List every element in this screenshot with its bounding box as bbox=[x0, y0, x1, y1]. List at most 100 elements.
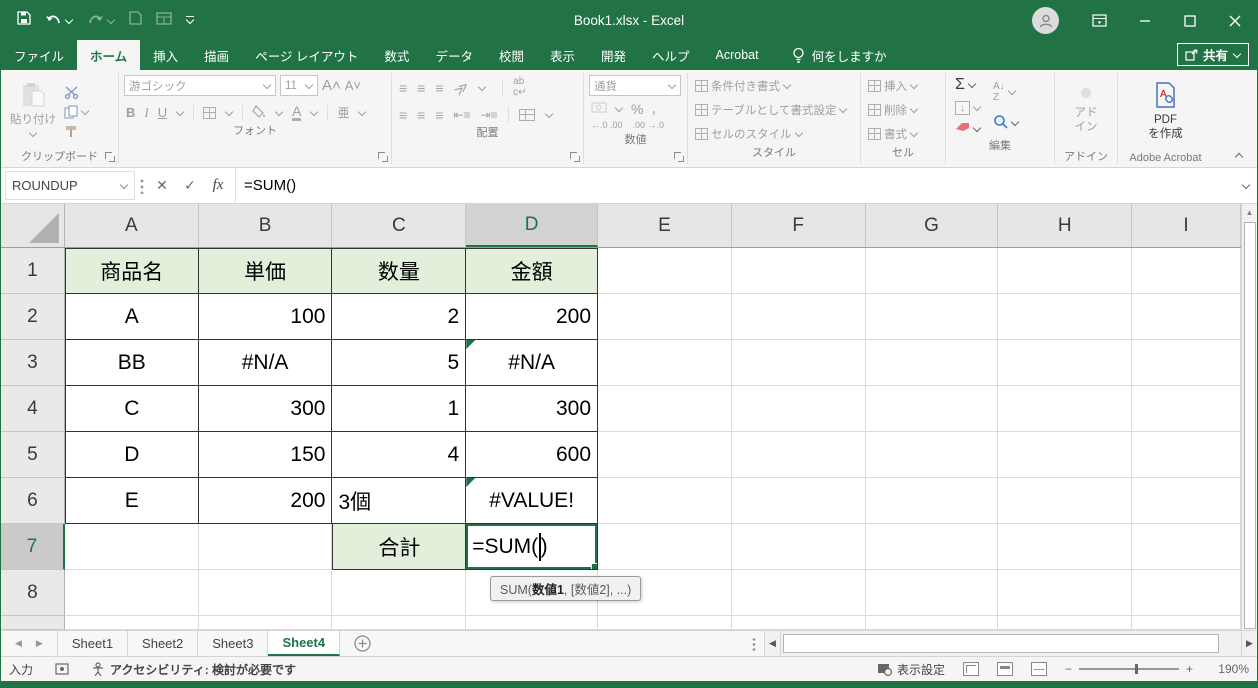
sheet-nav-next-icon[interactable]: ▶ bbox=[36, 638, 43, 649]
number-format-select[interactable]: 通貨 bbox=[589, 75, 681, 96]
merge-dropdown-icon[interactable] bbox=[545, 111, 553, 119]
scroll-up-icon[interactable]: ▲ bbox=[1242, 204, 1257, 221]
percent-style-button[interactable]: % bbox=[631, 102, 643, 116]
cell-B4[interactable]: 300 bbox=[199, 386, 333, 432]
underline-dropdown-icon[interactable] bbox=[176, 109, 184, 117]
column-header-B[interactable]: B bbox=[199, 204, 333, 247]
phonetic-dropdown-icon[interactable] bbox=[358, 109, 366, 117]
increase-decimal-button[interactable]: ←.0 .00 bbox=[591, 121, 623, 130]
cell-I2[interactable] bbox=[1132, 294, 1241, 340]
select-all-corner[interactable] bbox=[1, 204, 65, 247]
form-icon[interactable] bbox=[156, 12, 172, 30]
cell-I7[interactable] bbox=[1132, 524, 1241, 570]
bold-button[interactable]: B bbox=[126, 106, 135, 119]
row-header-1[interactable]: 1 bbox=[1, 248, 65, 294]
zoom-slider[interactable]: − + bbox=[1065, 662, 1193, 676]
cell-D7[interactable]: =SUM() bbox=[466, 524, 598, 570]
cell-D2[interactable]: 200 bbox=[466, 294, 598, 340]
align-top-icon[interactable]: ≡ bbox=[399, 81, 407, 95]
font-color-dropdown-icon[interactable] bbox=[310, 109, 318, 117]
accounting-dropdown-icon[interactable] bbox=[615, 105, 623, 113]
scroll-right-icon[interactable]: ▶ bbox=[1241, 631, 1257, 656]
vertical-scroll-thumb[interactable] bbox=[1244, 222, 1256, 629]
cell-H3[interactable] bbox=[998, 340, 1132, 386]
cell-F2[interactable] bbox=[732, 294, 866, 340]
font-size-dropdown-icon[interactable] bbox=[305, 82, 313, 90]
orientation-dropdown-icon[interactable] bbox=[478, 84, 486, 92]
cell-I3[interactable] bbox=[1132, 340, 1241, 386]
cell-C6[interactable]: 3個 bbox=[332, 478, 466, 524]
align-middle-icon[interactable]: ≡ bbox=[417, 81, 425, 95]
sheet-tab-sheet3[interactable]: Sheet3 bbox=[198, 631, 268, 656]
cell-D4[interactable]: 300 bbox=[466, 386, 598, 432]
sheet-tab-sheet4[interactable]: Sheet4 bbox=[268, 631, 340, 656]
ribbon-tab-1[interactable]: ホーム bbox=[77, 40, 140, 70]
cell-F5[interactable] bbox=[732, 432, 866, 478]
create-pdf-button[interactable]: A PDFを作成 bbox=[1121, 73, 1210, 151]
cell-C8[interactable] bbox=[332, 570, 466, 616]
align-bottom-icon[interactable]: ≡ bbox=[435, 81, 443, 95]
decrease-indent-icon[interactable]: ⇤≡ bbox=[454, 109, 471, 121]
increase-font-size-button[interactable]: A˄ bbox=[322, 78, 341, 93]
horizontal-scroll-thumb[interactable] bbox=[783, 634, 1219, 653]
format-cells-button[interactable]: 書式 bbox=[866, 125, 940, 143]
cell-A3[interactable]: BB bbox=[65, 340, 199, 386]
row-header-2[interactable]: 2 bbox=[1, 294, 65, 340]
fill-color-icon[interactable] bbox=[252, 105, 266, 121]
cell-H5[interactable] bbox=[998, 432, 1132, 478]
close-button[interactable] bbox=[1212, 1, 1257, 40]
cell-styles-button[interactable]: セルのスタイル bbox=[693, 125, 855, 143]
conditional-formatting-button[interactable]: 条件付き書式 bbox=[693, 77, 855, 95]
number-dialog-launcher[interactable] bbox=[674, 152, 684, 162]
tell-me-box[interactable]: 何をしますか bbox=[792, 40, 887, 70]
cell-E2[interactable] bbox=[598, 294, 732, 340]
cell-E6[interactable] bbox=[598, 478, 732, 524]
cell-I4[interactable] bbox=[1132, 386, 1241, 432]
cell-A6[interactable]: E bbox=[65, 478, 199, 524]
cell-H7[interactable] bbox=[998, 524, 1132, 570]
alignment-dialog-launcher[interactable] bbox=[570, 152, 580, 162]
fill-handle[interactable] bbox=[591, 563, 598, 570]
cell-F8[interactable] bbox=[732, 570, 866, 616]
ribbon-tab-0[interactable]: ファイル bbox=[1, 40, 77, 70]
number-format-dropdown-icon[interactable] bbox=[668, 82, 676, 90]
ribbon-tab-5[interactable]: 数式 bbox=[371, 40, 422, 70]
cell-G9[interactable] bbox=[866, 616, 999, 630]
row-header-4[interactable]: 4 bbox=[1, 386, 65, 432]
cell-G6[interactable] bbox=[866, 478, 999, 524]
column-header-H[interactable]: H bbox=[998, 204, 1132, 247]
find-select-icon[interactable] bbox=[993, 114, 1008, 132]
sort-filter-icon[interactable]: A↓Z bbox=[993, 81, 1005, 103]
collapse-ribbon-icon[interactable] bbox=[1235, 151, 1243, 159]
ribbon-tab-9[interactable]: 開発 bbox=[588, 40, 639, 70]
display-settings-button[interactable]: 表示設定 bbox=[877, 661, 945, 678]
cell-E3[interactable] bbox=[598, 340, 732, 386]
cell-D6[interactable]: #VALUE! bbox=[466, 478, 598, 524]
cell-G1[interactable] bbox=[866, 248, 999, 294]
ribbon-tab-8[interactable]: 表示 bbox=[537, 40, 588, 70]
fill-color-dropdown-icon[interactable] bbox=[275, 109, 283, 117]
cell-B7[interactable] bbox=[199, 524, 333, 570]
name-box-dropdown-icon[interactable] bbox=[120, 182, 128, 190]
cell-A2[interactable]: A bbox=[65, 294, 199, 340]
phonetic-guide-button[interactable]: 亜 bbox=[337, 107, 349, 119]
cell-B2[interactable]: 100 bbox=[199, 294, 333, 340]
cell-B1[interactable]: 単価 bbox=[199, 248, 333, 294]
decrease-font-size-button[interactable]: A˅ bbox=[345, 79, 361, 92]
cell-G4[interactable] bbox=[866, 386, 999, 432]
cell-B5[interactable]: 150 bbox=[199, 432, 333, 478]
column-header-I[interactable]: I bbox=[1132, 204, 1241, 247]
cell-E9[interactable] bbox=[598, 616, 732, 630]
clear-dropdown-icon[interactable] bbox=[973, 125, 981, 133]
addins-button[interactable]: アドイン bbox=[1058, 73, 1114, 147]
cell-H1[interactable] bbox=[998, 248, 1132, 294]
row-header-8[interactable]: 8 bbox=[1, 570, 65, 616]
row-header-7[interactable]: 7 bbox=[1, 524, 65, 570]
column-header-D[interactable]: D bbox=[466, 204, 598, 247]
cell-A1[interactable]: 商品名 bbox=[65, 248, 199, 294]
clipboard-dialog-launcher[interactable] bbox=[105, 152, 115, 162]
cell-B8[interactable] bbox=[199, 570, 333, 616]
cell-E7[interactable] bbox=[598, 524, 732, 570]
delete-cells-button[interactable]: 削除 bbox=[866, 101, 940, 119]
cell-F6[interactable] bbox=[732, 478, 866, 524]
